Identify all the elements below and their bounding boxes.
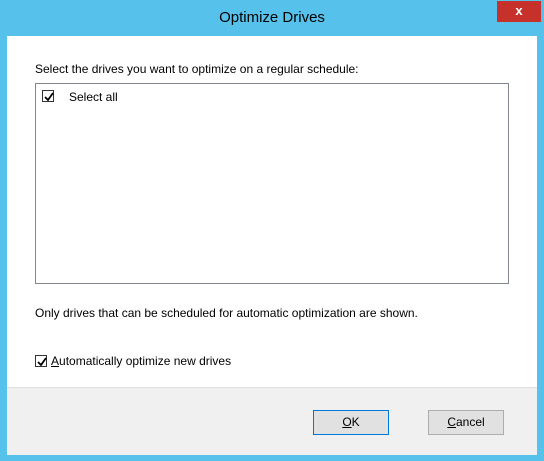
optimize-drives-window: Optimize Drives x Select the drives you … (0, 0, 544, 461)
auto-optimize-label: Automatically optimize new drives (51, 354, 231, 368)
title-bar[interactable]: Optimize Drives x (0, 0, 544, 36)
ok-accelerator: O (342, 415, 352, 429)
select-all-label: Select all (69, 90, 118, 104)
dialog-body: Select the drives you want to optimize o… (7, 36, 537, 455)
close-button[interactable]: x (497, 1, 541, 22)
cancel-label-rest: ancel (455, 415, 485, 429)
ok-button[interactable]: OK (313, 410, 389, 435)
cancel-button[interactable]: Cancel (428, 410, 504, 435)
select-all-checkbox[interactable] (42, 90, 54, 102)
drives-list[interactable]: Select all (35, 83, 509, 284)
auto-optimize-checkbox[interactable] (35, 355, 47, 367)
button-bar: OK Cancel (7, 387, 537, 455)
cancel-accelerator: C (447, 415, 456, 429)
check-icon (44, 92, 54, 102)
auto-optimize-accelerator: A (51, 354, 60, 368)
instruction-text: Select the drives you want to optimize o… (35, 62, 359, 76)
close-icon: x (515, 3, 523, 18)
ok-label-rest: K (351, 415, 360, 429)
schedule-note: Only drives that can be scheduled for au… (35, 306, 418, 320)
auto-optimize-label-rest: utomatically optimize new drives (59, 354, 232, 368)
window-title: Optimize Drives (219, 9, 325, 26)
check-icon (37, 357, 47, 367)
